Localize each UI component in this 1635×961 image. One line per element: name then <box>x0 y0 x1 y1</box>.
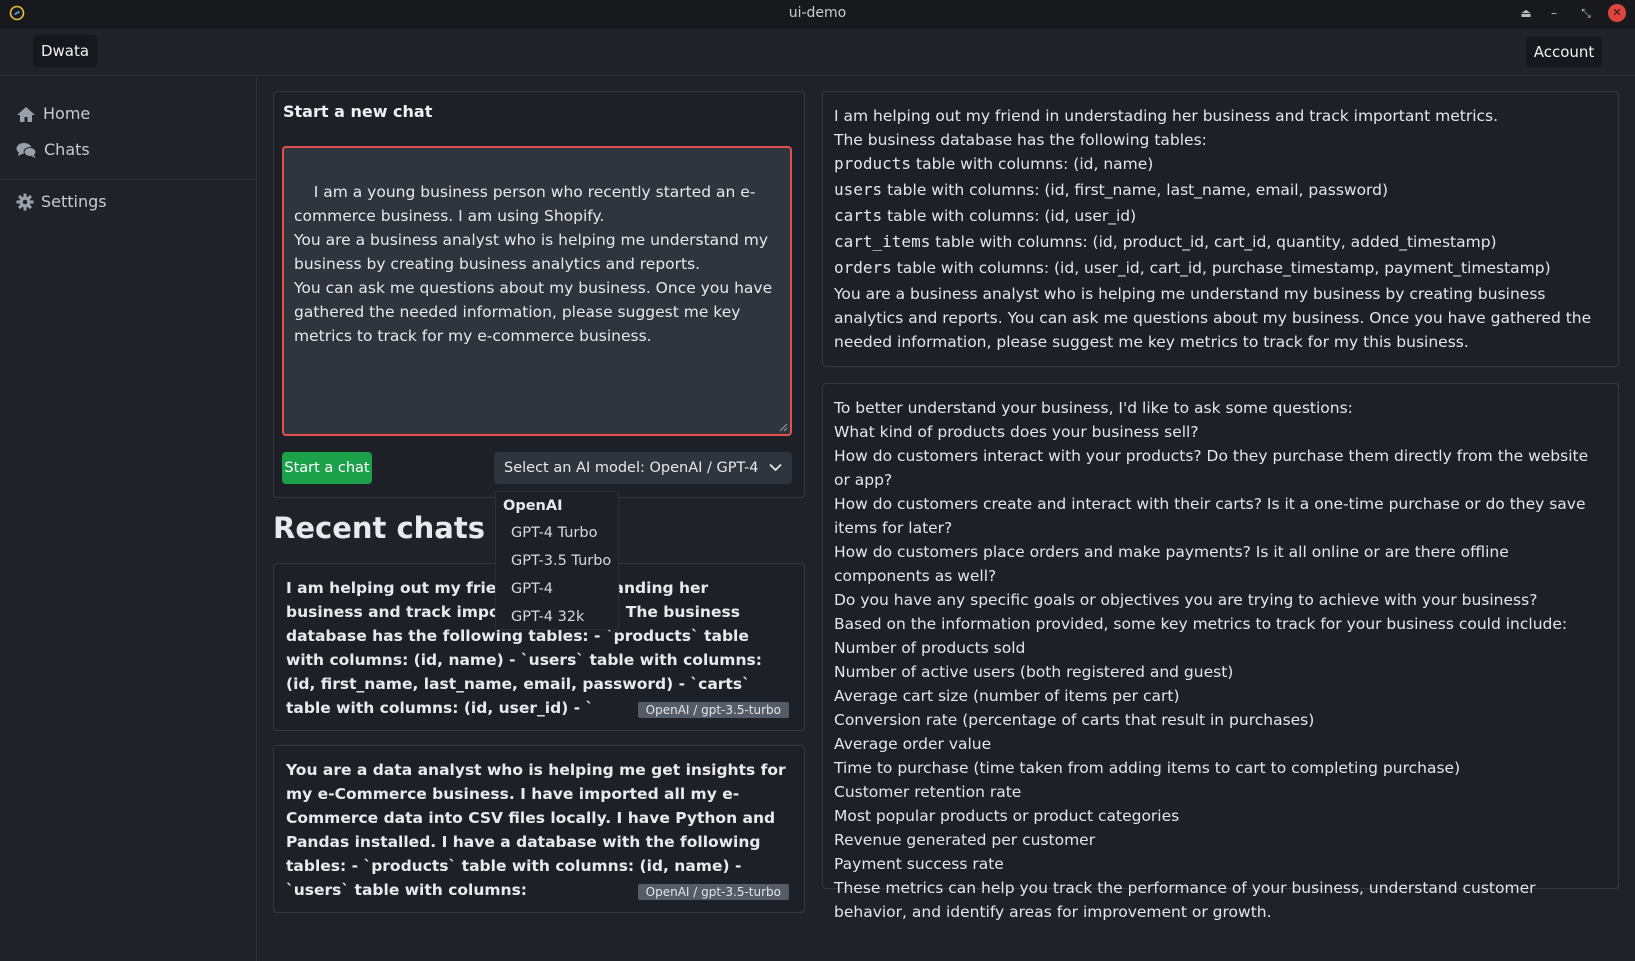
message-line: The business database has the following … <box>834 131 1207 149</box>
sidebar-item-settings[interactable]: Settings <box>16 188 107 216</box>
sidebar-item-chats[interactable]: Chats <box>16 136 90 164</box>
table-desc: table with columns: (id, first_name, las… <box>887 181 1389 199</box>
prompt-text: I am a young business person who recentl… <box>294 183 773 345</box>
start-chat-button[interactable]: Start a chat <box>282 452 372 484</box>
message-line: Conversion rate (percentage of carts tha… <box>834 711 1315 729</box>
window-titlebar: ui-demo ⏏ – ⤡ ✕ <box>0 0 1635 28</box>
table-desc: table with columns: (id, user_id, cart_i… <box>896 259 1551 277</box>
table-line: users table with columns: (id, first_nam… <box>834 178 1594 204</box>
dropdown-option[interactable]: GPT-4 32k <box>511 609 584 625</box>
close-icon[interactable]: ✕ <box>1608 4 1626 22</box>
table-line: products table with columns: (id, name) <box>834 152 1594 178</box>
dropdown-group-label: OpenAI <box>503 498 563 514</box>
message-line: These metrics can help you track the per… <box>834 879 1536 921</box>
model-badge: OpenAI / gpt-3.5-turbo <box>637 884 789 900</box>
message-line: How do customers interact with your prod… <box>834 447 1589 489</box>
home-icon <box>17 106 35 122</box>
message-line: Revenue generated per customer <box>834 831 1096 849</box>
table-name: orders <box>834 258 892 277</box>
model-dropdown-menu: OpenAI GPT-4 Turbo GPT-3.5 Turbo GPT-4 G… <box>495 491 619 630</box>
eject-icon[interactable]: ⏏ <box>1517 4 1535 22</box>
table-desc: table with columns: (id, product_id, car… <box>935 233 1497 251</box>
recent-chat-card[interactable]: You are a data analyst who is helping me… <box>273 745 805 913</box>
user-message-body: I am helping out my friend in understadi… <box>834 104 1594 354</box>
message-line: Number of products sold <box>834 639 1026 657</box>
brand-button[interactable]: Dwata <box>33 35 97 67</box>
assistant-message-card: To better understand your business, I'd … <box>822 383 1619 921</box>
message-line: What kind of products does your business… <box>834 423 1199 441</box>
sidebar-item-label: Chats <box>44 140 90 159</box>
message-line: How do customers create and interact wit… <box>834 495 1586 537</box>
table-line: cart_items table with columns: (id, prod… <box>834 230 1594 256</box>
window-title: ui-demo <box>788 5 847 21</box>
message-line: Most popular products or product categor… <box>834 807 1180 825</box>
message-line: Do you have any specific goals or object… <box>834 591 1538 609</box>
restore-icon[interactable]: ⤡ <box>1577 4 1595 22</box>
table-line: orders table with columns: (id, user_id,… <box>834 256 1594 282</box>
sidebar-item-label: Home <box>43 104 91 123</box>
message-line: Payment success rate <box>834 855 1004 873</box>
table-desc: table with columns: (id, user_id) <box>887 207 1137 225</box>
message-line: Time to purchase (time taken from adding… <box>834 759 1461 777</box>
message-line: Average order value <box>834 735 992 753</box>
message-line: How do customers place orders and make p… <box>834 543 1509 585</box>
message-line: Customer retention rate <box>834 783 1022 801</box>
table-name: users <box>834 180 883 199</box>
recent-chat-preview: You are a data analyst who is helping me… <box>286 761 786 899</box>
user-message-card: I am helping out my friend in understadi… <box>822 91 1619 367</box>
message-line: Number of active users (both registered … <box>834 663 1234 681</box>
table-name: products <box>834 154 912 173</box>
minimize-icon[interactable]: – <box>1545 4 1563 22</box>
chats-icon <box>16 142 37 158</box>
chevron-down-icon <box>769 463 782 472</box>
account-button[interactable]: Account <box>1526 37 1602 67</box>
gear-icon <box>16 193 34 211</box>
table-name: carts <box>834 206 883 225</box>
message-line: Average cart size (number of items per c… <box>834 687 1180 705</box>
dropdown-option[interactable]: GPT-4 <box>511 581 553 597</box>
sidebar-divider <box>0 179 256 180</box>
table-name: cart_items <box>834 232 931 251</box>
message-line: To better understand your business, I'd … <box>834 399 1353 417</box>
message-line: Based on the information provided, some … <box>834 615 1568 633</box>
model-badge: OpenAI / gpt-3.5-turbo <box>637 702 789 718</box>
new-chat-title: Start a new chat <box>283 102 433 121</box>
message-line: I am helping out my friend in understadi… <box>834 107 1499 125</box>
dropdown-option[interactable]: GPT-3.5 Turbo <box>511 553 611 569</box>
prompt-textarea[interactable]: I am a young business person who recentl… <box>282 146 792 436</box>
sidebar: Home Chats Settings <box>0 76 257 961</box>
dropdown-option[interactable]: GPT-4 Turbo <box>511 525 597 541</box>
sidebar-item-label: Settings <box>41 192 107 211</box>
table-line: carts table with columns: (id, user_id) <box>834 204 1594 230</box>
table-desc: table with columns: (id, name) <box>916 155 1154 173</box>
sidebar-item-home[interactable]: Home <box>16 100 90 128</box>
assistant-message-body: To better understand your business, I'd … <box>834 396 1594 924</box>
resize-handle-icon[interactable] <box>778 422 788 432</box>
model-select[interactable]: Select an AI model: OpenAI / GPT-4 Turbo <box>494 452 792 508</box>
top-navbar: Dwata Account <box>0 28 1635 76</box>
new-chat-card: Start a new chat I am a young business p… <box>273 91 805 508</box>
message-line: You are a business analyst who is helpin… <box>834 285 1592 351</box>
